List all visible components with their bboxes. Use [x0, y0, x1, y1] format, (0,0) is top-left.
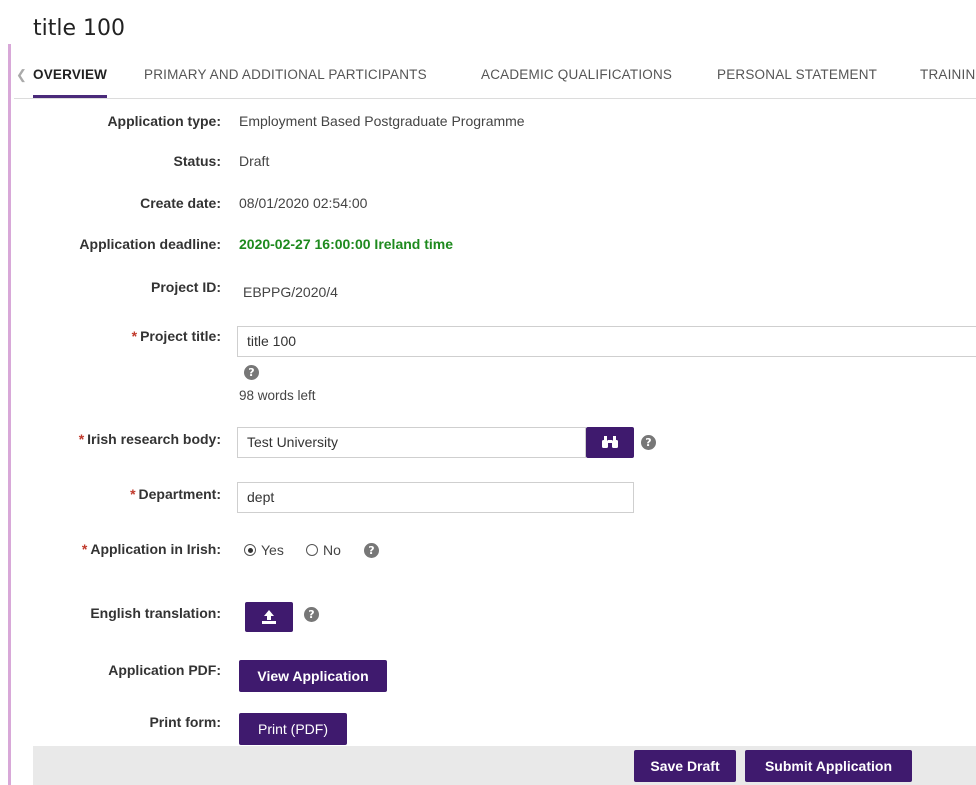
radio-yes[interactable]: [244, 544, 256, 556]
print-form-label: Print form:: [149, 714, 221, 730]
view-application-button[interactable]: View Application: [239, 660, 387, 692]
irish-yes-option[interactable]: Yes: [244, 542, 284, 558]
required-marker: *: [81, 541, 88, 557]
upload-icon: [262, 610, 276, 624]
help-icon[interactable]: ?: [641, 435, 656, 450]
print-pdf-button[interactable]: Print (PDF): [239, 713, 347, 745]
tab-participants[interactable]: PRIMARY AND ADDITIONAL PARTICIPANTS: [144, 67, 427, 98]
words-left-text: 98 words left: [239, 388, 316, 403]
status-value: Draft: [239, 153, 270, 169]
research-body-label-text: Irish research body:: [87, 431, 221, 447]
page-title: title 100: [33, 16, 125, 41]
project-id-label: Project ID:: [150, 279, 221, 295]
deadline-label: Application deadline:: [79, 236, 221, 252]
irish-no-option[interactable]: No: [306, 542, 341, 558]
irish-yes-label: Yes: [261, 542, 284, 558]
project-title-label: * Project title:: [132, 328, 221, 344]
submit-application-button[interactable]: Submit Application: [745, 750, 912, 782]
required-marker: *: [78, 431, 85, 447]
lookup-button[interactable]: [586, 427, 634, 458]
deadline-value: 2020-02-27 16:00:00 Ireland time: [239, 236, 454, 252]
tab-overview[interactable]: OVERVIEW: [33, 67, 108, 98]
left-accent-rule: [8, 44, 11, 785]
project-title-label-text: Project title:: [140, 328, 221, 344]
help-icon[interactable]: ?: [364, 543, 379, 558]
required-marker: *: [131, 328, 138, 344]
required-marker: *: [130, 486, 136, 502]
irish-no-label: No: [323, 542, 341, 558]
project-id-value: EBPPG/2020/4: [243, 284, 338, 300]
tab-training[interactable]: TRAININ: [920, 67, 975, 98]
application-type-value: Employment Based Postgraduate Programme: [239, 113, 525, 129]
research-body-input[interactable]: Test University: [237, 427, 586, 458]
radio-no[interactable]: [306, 544, 318, 556]
save-draft-button[interactable]: Save Draft: [634, 750, 736, 782]
tab-bar: ❮ OVERVIEW PRIMARY AND ADDITIONAL PARTIC…: [14, 62, 976, 99]
upload-button[interactable]: [245, 602, 293, 632]
tab-scroll-left-icon[interactable]: ❮: [16, 67, 27, 83]
application-irish-label-text: Application in Irish:: [90, 541, 221, 557]
help-icon[interactable]: ?: [244, 365, 259, 380]
department-input[interactable]: dept: [237, 482, 634, 513]
create-date-value: 08/01/2020 02:54:00: [239, 195, 368, 211]
application-pdf-label: Application PDF:: [108, 662, 221, 678]
research-body-label: * Irish research body:: [79, 431, 221, 447]
create-date-label: Create date:: [140, 195, 221, 211]
english-translation-label: English translation:: [90, 605, 221, 621]
project-title-input[interactable]: title 100: [237, 326, 976, 357]
tab-academic-qualifications[interactable]: ACADEMIC QUALIFICATIONS: [481, 67, 672, 98]
department-label-text: Department:: [138, 486, 221, 502]
status-label: Status:: [173, 153, 221, 169]
tab-personal-statement[interactable]: PERSONAL STATEMENT: [717, 67, 877, 98]
binoculars-icon: [602, 436, 618, 448]
application-type-label: Application type:: [107, 113, 221, 129]
department-label: * Department:: [130, 486, 221, 502]
application-irish-label: * Application in Irish:: [82, 541, 221, 557]
help-icon[interactable]: ?: [304, 607, 319, 622]
